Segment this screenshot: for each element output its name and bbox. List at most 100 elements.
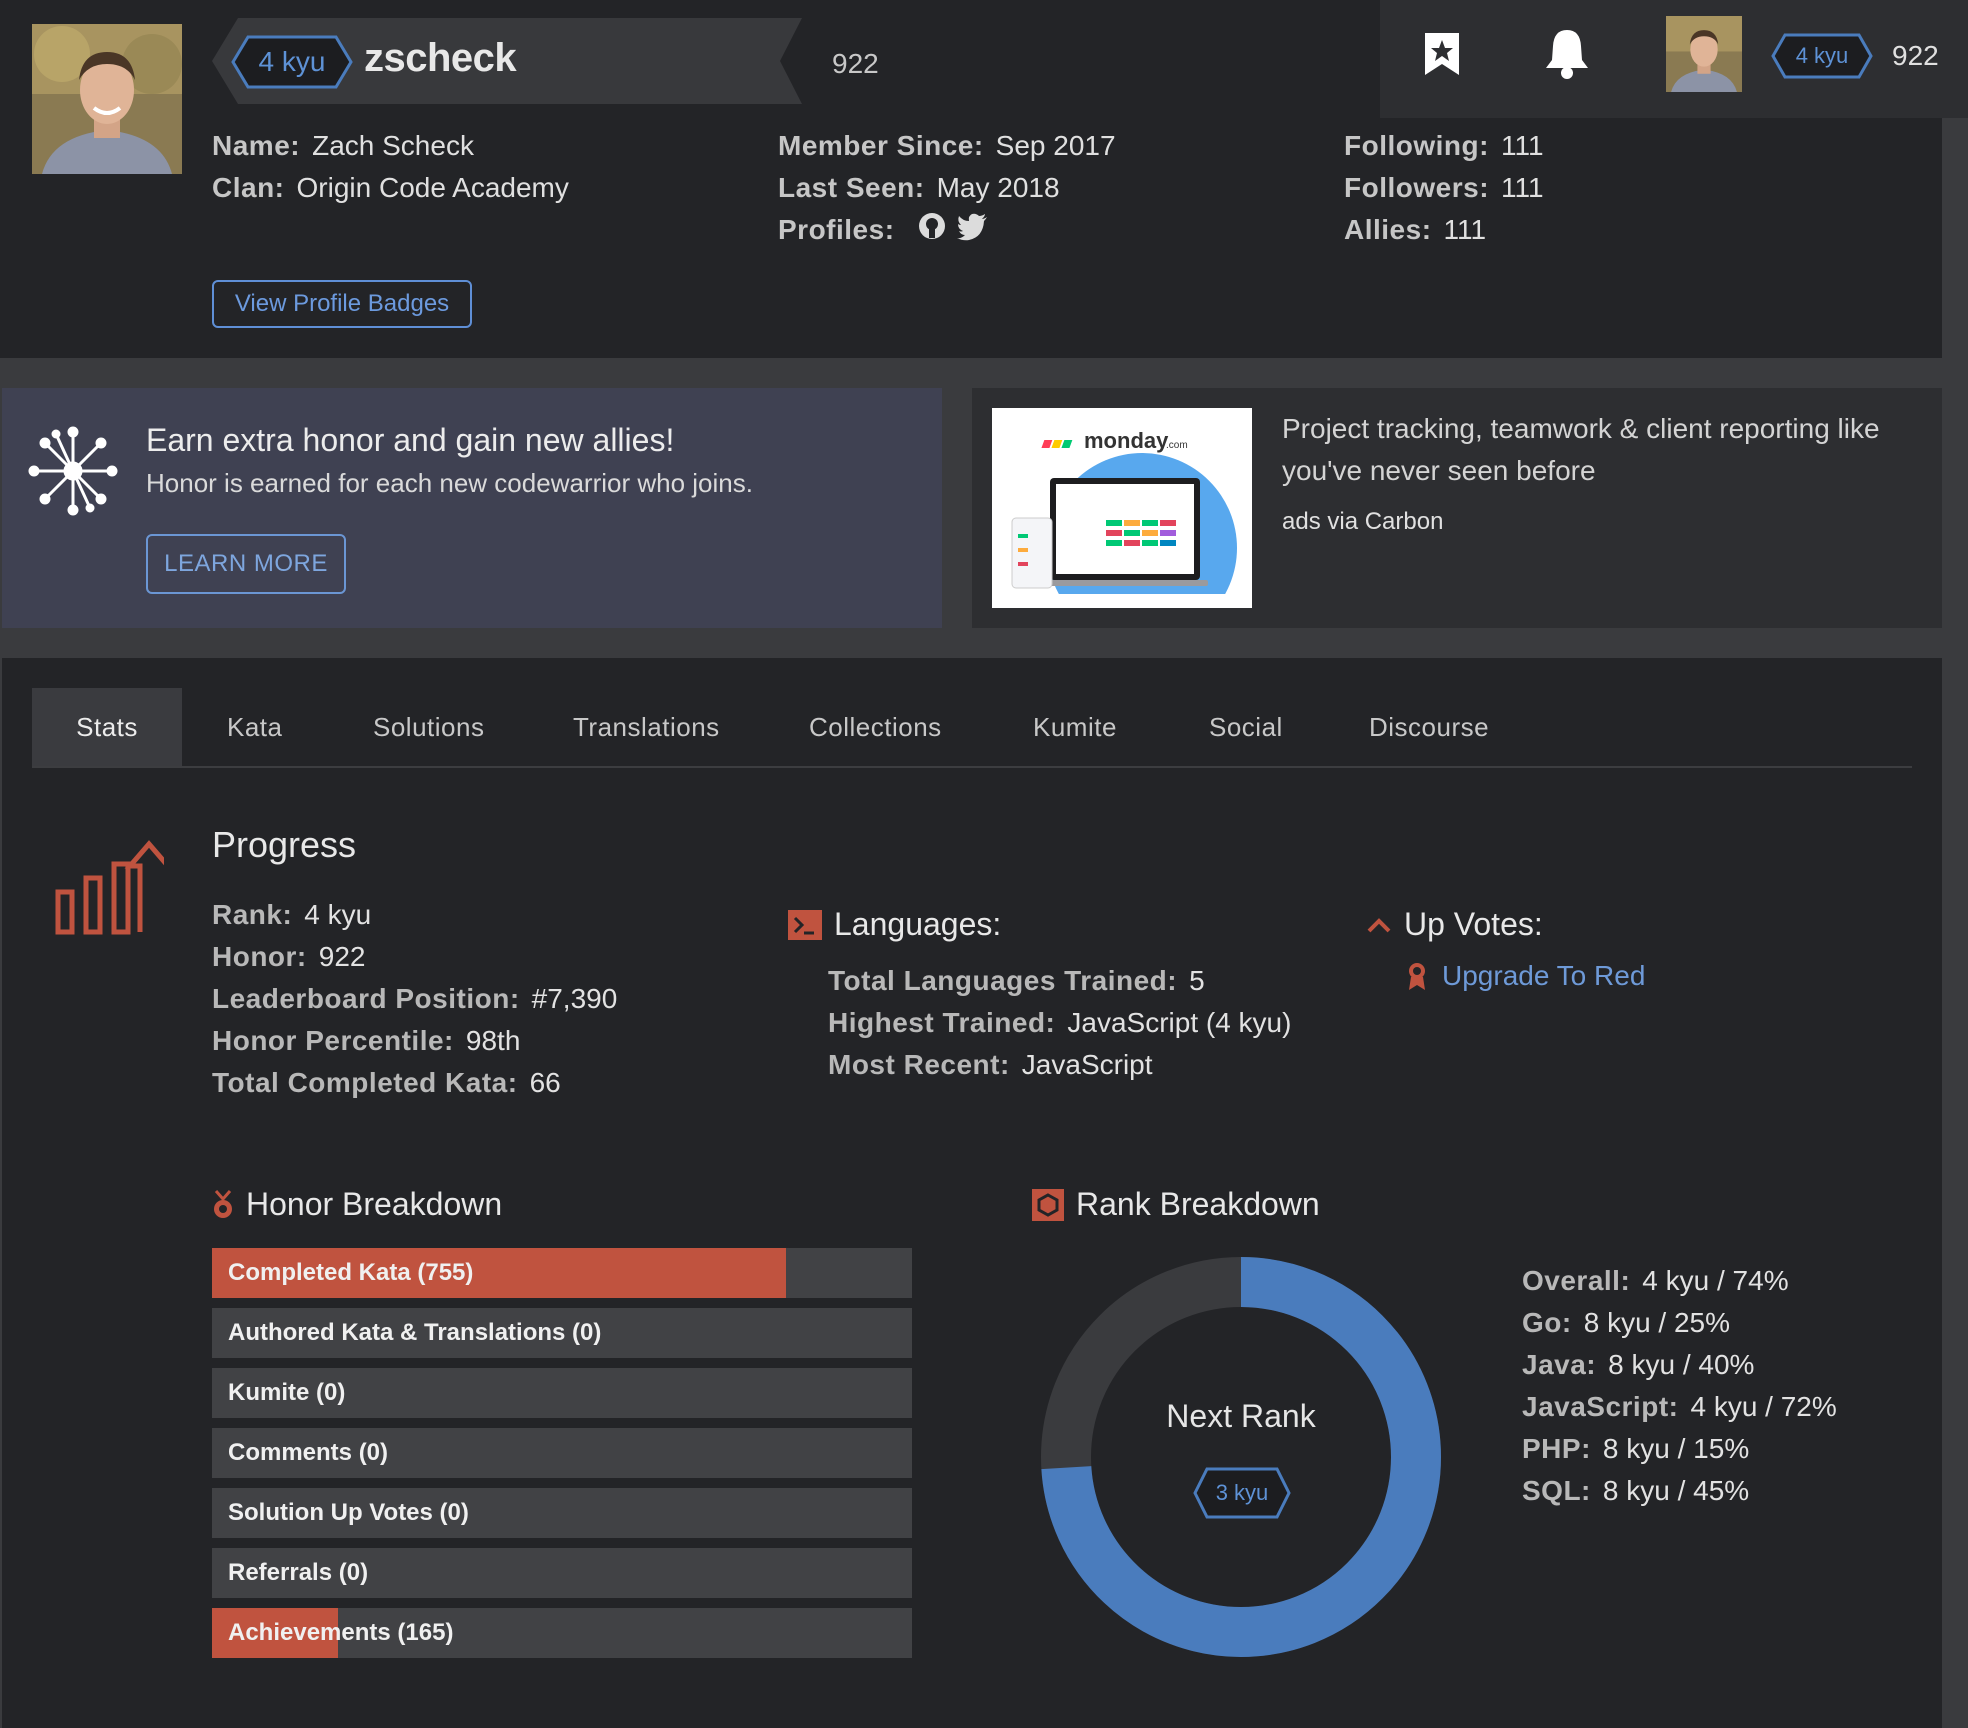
stat-label: Rank: [212, 899, 293, 930]
nav-rank-label: 4 kyu [1795, 43, 1849, 68]
tab-collections[interactable]: Collections [809, 688, 942, 766]
stat-label: Honor Percentile: [212, 1025, 454, 1056]
referral-subtitle: Honor is earned for each new codewarrior… [146, 468, 753, 498]
stat-value: #7,390 [531, 983, 618, 1014]
honor-bar-label: Kumite (0) [228, 1379, 346, 1406]
stat-value: 66 [529, 1067, 561, 1098]
profile-tabs: Stats Kata Solutions Translations Collec… [32, 688, 1912, 768]
upgrade-to-red-link[interactable]: Upgrade To Red [1406, 960, 1645, 992]
ribbon-icon [1406, 961, 1428, 991]
medal-icon [212, 1189, 234, 1220]
rank-lang-label: Go: [1522, 1307, 1572, 1338]
name-label: Name: [212, 130, 301, 161]
honor-bar: Solution Up Votes (0) [212, 1488, 912, 1538]
nav-avatar[interactable] [1666, 16, 1742, 92]
allies-label: Allies: [1344, 214, 1432, 245]
stat-value: 5 [1189, 965, 1205, 996]
upvotes-title: Up Votes: [1404, 906, 1543, 942]
member-since-label: Member Since: [778, 130, 984, 161]
twitter-icon[interactable] [956, 211, 989, 253]
languages-stats: Total Languages Trained: 5 Highest Traine… [828, 960, 1291, 1086]
social-counts: Following: 111 Followers: 111 Allies: 111 [1344, 125, 1544, 251]
honor-bar: Referrals (0) [212, 1548, 912, 1598]
rank-lang-value: 4 kyu / 74% [1642, 1265, 1789, 1296]
rank-lang-label: JavaScript: [1522, 1391, 1679, 1422]
svg-text:monday: monday [1084, 428, 1169, 453]
rank-lang-label: Overall: [1522, 1265, 1631, 1296]
view-profile-badges-button[interactable]: View Profile Badges [212, 280, 472, 328]
stat-label: Total Completed Kata: [212, 1067, 518, 1098]
rank-lang-value: 8 kyu / 15% [1602, 1433, 1750, 1464]
tab-social[interactable]: Social [1209, 688, 1283, 766]
rank-lang-label: PHP: [1522, 1433, 1591, 1464]
rank-lang-value: 4 kyu / 72% [1690, 1391, 1837, 1422]
bell-icon[interactable] [1544, 26, 1590, 85]
last-seen-label: Last Seen: [778, 172, 925, 203]
ad-image[interactable]: monday .com [992, 408, 1252, 608]
next-rank-badge: 3 kyu [1192, 1466, 1292, 1520]
stat-value: 98th [465, 1025, 521, 1056]
clan-value: Origin Code Academy [296, 172, 569, 203]
top-nav: 4 kyu 922 [1380, 0, 1968, 118]
nav-rank-badge[interactable]: 4 kyu [1770, 32, 1874, 80]
referral-title: Earn extra honor and gain new allies! [146, 422, 675, 458]
rank-lang-value: 8 kyu / 40% [1608, 1349, 1755, 1380]
name-value: Zach Scheck [312, 130, 474, 161]
stat-label: Highest Trained: [828, 1007, 1056, 1038]
honor-bar: Achievements (165) [212, 1608, 912, 1658]
rank-lang-value: 8 kyu / 25% [1583, 1307, 1731, 1338]
ad-via-carbon[interactable]: ads via Carbon [1282, 508, 1443, 536]
progress-chart-icon [54, 840, 170, 945]
membership-info: Member Since: Sep 2017 Last Seen: May 2018… [778, 125, 1116, 253]
stat-label: Honor: [212, 941, 307, 972]
github-icon[interactable] [917, 211, 947, 253]
progress-stats: Rank: 4 kyu Honor: 922 Leaderboard Positio… [212, 894, 617, 1104]
learn-more-button[interactable]: LEARN MORE [146, 534, 346, 594]
stat-value: JavaScript [1021, 1049, 1153, 1080]
followers-value[interactable]: 111 [1501, 172, 1544, 203]
upgrade-to-red-label: Upgrade To Red [1442, 960, 1646, 991]
following-value[interactable]: 111 [1501, 130, 1544, 161]
identity-info: Name: Zach Scheck Clan: Origin Code Academ… [212, 125, 569, 209]
svg-text:.com: .com [1166, 440, 1188, 451]
rank-lang-label: SQL: [1522, 1475, 1591, 1506]
tab-translations[interactable]: Translations [573, 688, 720, 766]
next-rank-value: 3 kyu [1215, 1480, 1269, 1505]
bookmark-icon[interactable] [1422, 30, 1462, 83]
hexagon-icon [1032, 1188, 1064, 1221]
stat-value: 4 kyu [304, 899, 372, 930]
honor-bar-label: Authored Kata & Translations (0) [228, 1319, 602, 1346]
tab-kumite[interactable]: Kumite [1033, 688, 1117, 766]
honor-breakdown-heading: Honor Breakdown [212, 1186, 502, 1223]
honor-bar-label: Referrals (0) [228, 1559, 369, 1586]
honor-value: 922 [832, 48, 879, 79]
network-icon [28, 426, 118, 521]
honor-bar: Authored Kata & Translations (0) [212, 1308, 912, 1358]
stat-value: 922 [318, 941, 366, 972]
profiles-label: Profiles: [778, 214, 895, 245]
rank-badge-label: 4 kyu [258, 46, 326, 77]
honor-bar: Kumite (0) [212, 1368, 912, 1418]
tab-solutions[interactable]: Solutions [373, 688, 484, 766]
progress-title: Progress [212, 824, 357, 865]
languages-heading: Languages: [788, 906, 1001, 943]
tab-kata[interactable]: Kata [227, 688, 283, 766]
honor-breakdown-title: Honor Breakdown [246, 1186, 503, 1222]
rank-breakdown-list: Overall: 4 kyu / 74% Go: 8 kyu / 25% Java:… [1522, 1260, 1837, 1512]
allies-value[interactable]: 111 [1444, 214, 1487, 245]
honor-bar-label: Comments (0) [228, 1439, 389, 1466]
stat-label: Most Recent: [828, 1049, 1010, 1080]
tab-stats[interactable]: Stats [32, 688, 182, 766]
upvotes-heading: Up Votes: [1366, 906, 1543, 943]
chevron-up-icon [1366, 916, 1392, 934]
rank-badge: 4 kyu [230, 34, 354, 90]
rank-breakdown-title: Rank Breakdown [1076, 1186, 1320, 1222]
languages-title: Languages: [834, 906, 1002, 942]
nav-honor: 922 [1892, 40, 1939, 71]
last-seen-value: May 2018 [936, 172, 1060, 203]
ad-text[interactable]: Project tracking, teamwork & client repo… [1282, 408, 1922, 492]
followers-label: Followers: [1344, 172, 1490, 203]
tab-discourse[interactable]: Discourse [1369, 688, 1489, 766]
next-rank-label: Next Rank [1166, 1398, 1316, 1434]
rank-lang-label: Java: [1522, 1349, 1597, 1380]
